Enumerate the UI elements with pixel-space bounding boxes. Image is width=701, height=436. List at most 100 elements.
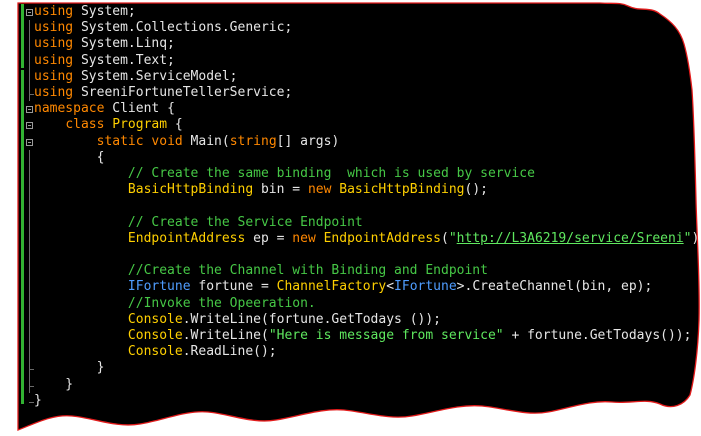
keyword-token: new bbox=[307, 182, 332, 198]
code-token: fortune = bbox=[190, 279, 277, 295]
code-line[interactable]: IFortune fortune = ChannelFactory<IFortu… bbox=[0, 279, 701, 295]
code-line-text: // Create the same binding which is used… bbox=[34, 166, 535, 182]
code-token: } bbox=[34, 392, 42, 408]
code-line[interactable]: namespace Client { bbox=[0, 101, 701, 117]
screenshot-stage: using System; using System.Collections.Ge… bbox=[0, 0, 701, 436]
code-line-text: using System.ServiceModel; bbox=[34, 69, 238, 85]
keyword-token: string bbox=[229, 133, 277, 149]
comment-token: // Create the same binding which is used… bbox=[127, 166, 535, 181]
keyword-token: void bbox=[151, 133, 183, 149]
code-token: { bbox=[167, 117, 183, 133]
keyword-token: using bbox=[34, 36, 74, 52]
code-line[interactable]: using System.Text; bbox=[0, 53, 701, 69]
code-line[interactable]: //Invoke the Opeeration. bbox=[0, 296, 701, 312]
code-line[interactable]: using System.Collections.Generic; bbox=[0, 20, 701, 36]
code-line[interactable]: } bbox=[0, 377, 701, 393]
code-token: } bbox=[34, 376, 74, 392]
type-token: Console bbox=[127, 311, 183, 327]
code-line[interactable]: } bbox=[0, 360, 701, 376]
code-line-text: namespace Client { bbox=[34, 101, 175, 117]
code-line-text: } bbox=[34, 377, 73, 393]
code-line-text: class Program { bbox=[34, 117, 183, 133]
code-line-text: Console.WriteLine(fortune.GetTodays ()); bbox=[34, 312, 441, 328]
code-token: ); bbox=[691, 230, 701, 246]
interface-token: IFortune bbox=[394, 279, 457, 295]
keyword-token: using bbox=[34, 68, 74, 84]
code-line[interactable]: static void Main(string[] args) bbox=[0, 134, 701, 150]
code-line[interactable]: EndpointAddress ep = new EndpointAddress… bbox=[0, 231, 701, 247]
code-line[interactable]: // Create the Service Endpoint bbox=[0, 215, 701, 231]
code-line-text: } bbox=[34, 360, 105, 376]
code-line-text: using System.Collections.Generic; bbox=[34, 20, 292, 36]
code-token: System.Linq; bbox=[73, 36, 175, 52]
code-token: ( bbox=[441, 230, 449, 246]
code-line[interactable] bbox=[0, 198, 701, 214]
code-token: System.ServiceModel; bbox=[73, 68, 238, 84]
code-line-text: BasicHttpBinding bin = new BasicHttpBind… bbox=[34, 182, 488, 198]
code-line-text: //Invoke the Opeeration. bbox=[34, 296, 316, 312]
code-token: { bbox=[34, 149, 105, 165]
keyword-token: using bbox=[34, 20, 74, 36]
code-line-text: { bbox=[34, 149, 105, 166]
keyword-token: static bbox=[96, 133, 144, 149]
code-line[interactable]: Console.ReadLine(); bbox=[0, 344, 701, 360]
code-line[interactable]: using SreeniFortuneTellerService; bbox=[0, 85, 701, 101]
comment-token: // Create the Service Endpoint bbox=[127, 214, 363, 230]
code-line[interactable]: class Program { bbox=[0, 117, 701, 133]
code-token: .WriteLine( bbox=[182, 328, 269, 343]
code-token: ep = bbox=[245, 230, 293, 246]
type-token: BasicHttpBinding bbox=[339, 182, 465, 198]
type-token: Console bbox=[127, 344, 183, 360]
type-token: ChannelFactory bbox=[276, 279, 387, 295]
keyword-token: class bbox=[65, 117, 105, 133]
code-token: Main( bbox=[182, 133, 230, 149]
type-token: Console bbox=[127, 328, 183, 343]
code-line-text: using System.Linq; bbox=[34, 36, 175, 52]
code-token: < bbox=[386, 279, 395, 295]
keyword-token: using bbox=[34, 85, 74, 100]
comment-token: //Invoke the Opeeration. bbox=[127, 295, 316, 311]
code-token: bin = bbox=[253, 182, 308, 198]
code-line-text: EndpointAddress ep = new EndpointAddress… bbox=[34, 231, 701, 247]
code-line-text: using System; bbox=[34, 4, 136, 20]
code-line[interactable]: using System.Linq; bbox=[0, 36, 701, 52]
keyword-token: new bbox=[292, 230, 316, 246]
code-line[interactable]: Console.WriteLine("Here is message from … bbox=[0, 328, 701, 344]
code-line[interactable]: BasicHttpBinding bin = new BasicHttpBind… bbox=[0, 182, 701, 198]
code-line[interactable]: { bbox=[0, 150, 701, 166]
code-token: [] args) bbox=[276, 133, 340, 149]
interface-token: IFortune bbox=[127, 279, 191, 295]
keyword-token: using bbox=[34, 4, 74, 19]
code-token: System.Text; bbox=[73, 52, 175, 68]
code-line-text: using System.Text; bbox=[34, 53, 175, 69]
code-line[interactable] bbox=[0, 247, 701, 263]
code-line[interactable]: } bbox=[0, 393, 701, 409]
code-line[interactable]: using System; bbox=[0, 4, 701, 20]
code-line[interactable]: // Create the same binding which is used… bbox=[0, 166, 701, 182]
code-line-text: IFortune fortune = ChannelFactory<IFortu… bbox=[34, 279, 652, 295]
code-line[interactable]: //Create the Channel with Binding and En… bbox=[0, 263, 701, 279]
code-line-text: Console.ReadLine(); bbox=[34, 344, 277, 360]
code-token: SreeniFortuneTellerService; bbox=[73, 85, 293, 100]
type-token: BasicHttpBinding bbox=[127, 182, 254, 198]
url-link[interactable]: http://L3A6219/service/Sreeni bbox=[457, 231, 684, 246]
code-line-text: static void Main(string[] args) bbox=[34, 133, 340, 150]
code-token: .WriteLine(fortune.GetTodays ()); bbox=[182, 311, 441, 327]
code-token: } bbox=[34, 360, 105, 376]
code-token: .ReadLine(); bbox=[182, 344, 277, 360]
code-line[interactable]: Console.WriteLine(fortune.GetTodays ()); bbox=[0, 312, 701, 328]
code-token: System.Collections.Generic; bbox=[73, 20, 293, 36]
code-token: (); bbox=[464, 182, 488, 198]
code-editor[interactable]: using System; using System.Collections.Ge… bbox=[0, 0, 701, 436]
code-line[interactable]: using System.ServiceModel; bbox=[0, 69, 701, 85]
code-token: + fortune.GetTodays()); bbox=[503, 328, 692, 343]
type-token: EndpointAddress bbox=[323, 230, 442, 246]
code-line-text: using SreeniFortuneTellerService; bbox=[34, 85, 292, 101]
string-token: " bbox=[448, 230, 457, 246]
